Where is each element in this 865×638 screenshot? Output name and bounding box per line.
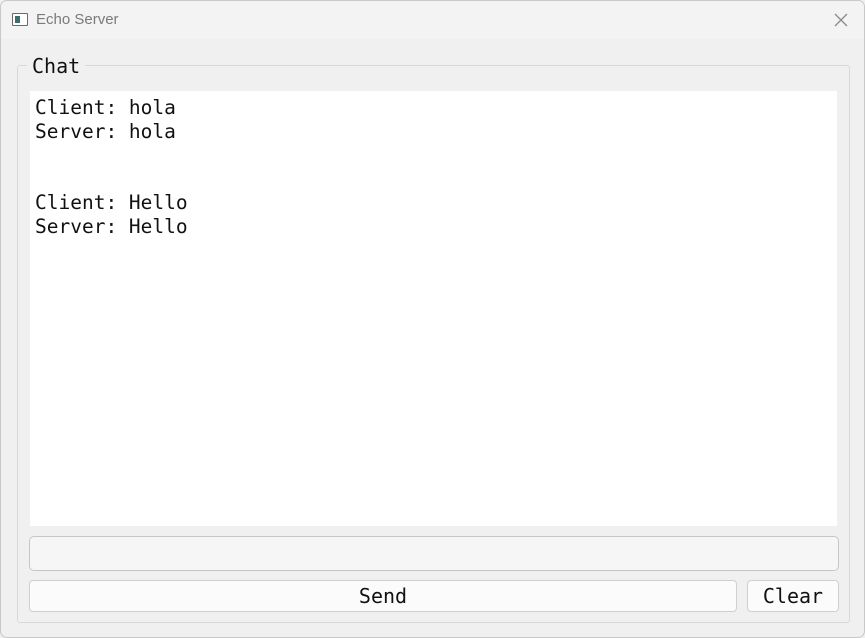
clear-button[interactable]: Clear bbox=[747, 580, 839, 612]
send-button[interactable]: Send bbox=[29, 580, 737, 612]
app-window-icon bbox=[12, 13, 28, 26]
close-icon bbox=[834, 13, 848, 27]
title-bar: Echo Server bbox=[1, 1, 864, 39]
chat-log[interactable]: Client: hola Server: hola Client: Hello … bbox=[30, 91, 837, 526]
window-title: Echo Server bbox=[36, 11, 119, 28]
chat-group-title: Chat bbox=[27, 54, 86, 78]
chat-blank-line bbox=[35, 144, 832, 191]
chat-message: Server: hola bbox=[35, 120, 176, 143]
app-window: Echo Server Chat Client: hola Server: ho… bbox=[0, 0, 865, 638]
chat-message: Client: Hello bbox=[35, 191, 188, 214]
close-button[interactable] bbox=[818, 1, 864, 39]
chat-message: Server: Hello bbox=[35, 215, 188, 238]
message-input[interactable] bbox=[29, 536, 839, 571]
chat-message: Client: hola bbox=[35, 96, 176, 119]
